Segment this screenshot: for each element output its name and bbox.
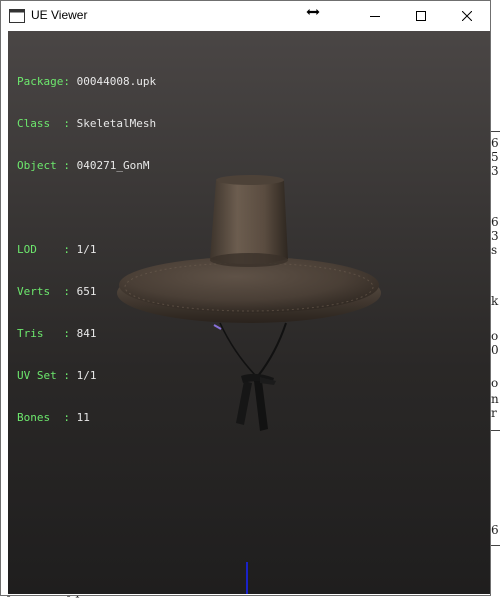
info-row-object: Object : 040271_GonM: [17, 159, 156, 173]
console-char: o: [491, 329, 499, 343]
info-key: Bones :: [17, 411, 77, 424]
maximize-icon: [416, 11, 426, 21]
mesh-info-overlay: Package: 00044008.upk Class : SkeletalMe…: [17, 47, 156, 453]
console-char: 6: [491, 523, 499, 537]
screen: 6 5 3 6 3 s k o 0 o n r 6 E [DB000II] pr…: [0, 0, 500, 600]
info-row-bones: Bones : 11: [17, 411, 156, 425]
console-char: 6: [491, 215, 499, 229]
console-char: n: [491, 392, 499, 406]
console-char: s: [491, 243, 498, 257]
info-value: SkeletalMesh: [76, 117, 157, 130]
app-icon: [9, 9, 25, 23]
info-key: Class :: [17, 117, 77, 130]
console-char: r: [491, 406, 497, 420]
info-key: LOD :: [17, 243, 77, 256]
console-char: k: [491, 294, 499, 308]
info-key: Tris :: [17, 327, 77, 340]
info-row-uvset: UV Set : 1/1: [17, 369, 156, 383]
info-row-class: Class : SkeletalMesh: [17, 117, 156, 131]
console-divider: [491, 131, 500, 132]
info-row-verts: Verts : 651: [17, 285, 156, 299]
minimize-button[interactable]: [352, 1, 398, 31]
ue-viewer-window: UE Viewer Package: 00044008.upk Class: …: [0, 0, 491, 596]
close-icon: [462, 11, 472, 21]
console-divider: [491, 430, 500, 431]
close-button[interactable]: [444, 1, 490, 31]
maximize-button[interactable]: [398, 1, 444, 31]
info-key: Object :: [17, 159, 77, 172]
minimize-icon: [370, 16, 380, 17]
info-value: 841: [76, 327, 97, 340]
info-row-lod: LOD : 1/1: [17, 243, 156, 257]
console-divider: [491, 545, 500, 546]
info-value: 651: [76, 285, 97, 298]
info-key: UV Set :: [17, 369, 77, 382]
info-value: 1/1: [76, 369, 97, 382]
console-char: 3: [491, 229, 499, 243]
info-row-package: Package: 00044008.upk: [17, 75, 156, 89]
info-row-tris: Tris : 841: [17, 327, 156, 341]
info-key: Package:: [17, 75, 77, 88]
info-value: 1/1: [76, 243, 97, 256]
3d-viewport[interactable]: Package: 00044008.upk Class : SkeletalMe…: [8, 31, 490, 594]
console-char: 5: [491, 150, 499, 164]
title-bar[interactable]: UE Viewer: [1, 1, 490, 31]
info-value: 040271_GonM: [76, 159, 150, 172]
console-char: o: [491, 376, 499, 390]
info-value: 00044008.upk: [76, 75, 157, 88]
info-key: Verts :: [17, 285, 77, 298]
info-value: 11: [76, 411, 90, 424]
console-char: 3: [491, 164, 499, 178]
console-char: 0: [491, 343, 499, 357]
window-title: UE Viewer: [31, 8, 88, 22]
resize-cursor-icon: [305, 7, 321, 17]
console-char: 6: [491, 136, 499, 150]
axis-indicator: [246, 562, 248, 594]
